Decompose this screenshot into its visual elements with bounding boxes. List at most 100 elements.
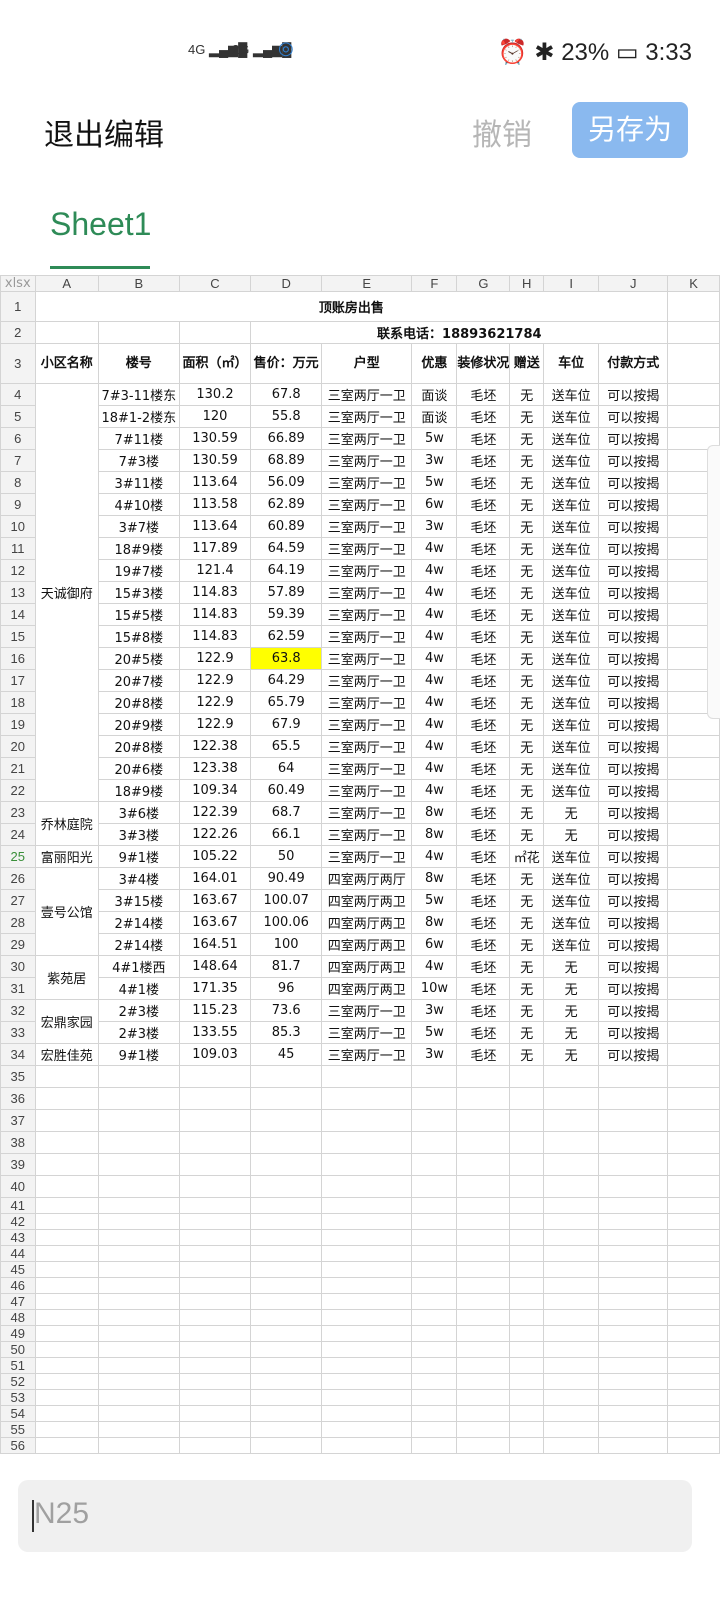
- sheet-cell[interactable]: [321, 1153, 413, 1176]
- sheet-cell[interactable]: [509, 1175, 545, 1198]
- sheet-cell[interactable]: [667, 1153, 720, 1176]
- sheet-cell[interactable]: [411, 1109, 458, 1132]
- sheet-cell[interactable]: [34, 1175, 99, 1198]
- sheet-cell[interactable]: 毛坯: [456, 823, 511, 846]
- sheet-cell[interactable]: [667, 1357, 720, 1374]
- row-header[interactable]: 39: [0, 1153, 36, 1176]
- sheet-cell[interactable]: [321, 1421, 413, 1438]
- sheet-cell[interactable]: [97, 1373, 180, 1390]
- sheet-cell[interactable]: 3#11楼: [97, 471, 180, 494]
- sheet-cell[interactable]: 55.8: [250, 405, 323, 428]
- sheet-cell[interactable]: [456, 1087, 511, 1110]
- sheet-cell[interactable]: [34, 1389, 99, 1406]
- sheet-cell[interactable]: 毛坯: [456, 647, 511, 670]
- sheet-cell[interactable]: [178, 1175, 252, 1198]
- sheet-cell[interactable]: 15#3楼: [97, 581, 180, 604]
- sheet-cell[interactable]: [250, 1389, 323, 1406]
- sheet-cell[interactable]: [321, 1325, 413, 1342]
- row-header[interactable]: 43: [0, 1229, 36, 1246]
- sheet-cell[interactable]: [598, 1087, 669, 1110]
- sheet-cell[interactable]: [509, 1405, 545, 1422]
- sheet-cell[interactable]: [97, 1131, 180, 1154]
- sheet-cell[interactable]: [598, 1421, 669, 1438]
- sheet-cell[interactable]: 送车位: [543, 757, 600, 780]
- column-title[interactable]: 优惠: [411, 343, 458, 384]
- sheet-cell[interactable]: 三室两厅一卫: [321, 603, 413, 626]
- sheet-cell[interactable]: [667, 1405, 720, 1422]
- sheet-cell[interactable]: [411, 1373, 458, 1390]
- sheet-cell[interactable]: [667, 321, 720, 344]
- sheet-cell[interactable]: [97, 1293, 180, 1310]
- sheet-cell[interactable]: [667, 1197, 720, 1214]
- sheet-cell[interactable]: 三室两厅一卫: [321, 999, 413, 1022]
- sheet-cell[interactable]: 送车位: [543, 493, 600, 516]
- sheet-cell[interactable]: [178, 1197, 252, 1214]
- sheet-cell[interactable]: 送车位: [543, 581, 600, 604]
- sheet-cell[interactable]: 毛坯: [456, 1043, 511, 1066]
- sheet-cell[interactable]: 可以按揭: [598, 955, 669, 978]
- sheet-cell[interactable]: [667, 1175, 720, 1198]
- sheet-cell[interactable]: [321, 1131, 413, 1154]
- sheet-cell[interactable]: 三室两厅一卫: [321, 823, 413, 846]
- sheet-cell[interactable]: 122.9: [178, 691, 252, 714]
- sheet-cell[interactable]: [321, 1065, 413, 1088]
- sheet-cell[interactable]: [178, 1325, 252, 1342]
- sheet-cell[interactable]: 45: [250, 1043, 323, 1066]
- sheet-cell[interactable]: 3w: [411, 449, 458, 472]
- sheet-cell[interactable]: [178, 1213, 252, 1230]
- column-title[interactable]: 装修状况: [456, 343, 511, 384]
- sheet-cell[interactable]: 可以按揭: [598, 449, 669, 472]
- sheet-cell[interactable]: 三室两厅一卫: [321, 471, 413, 494]
- row-header[interactable]: 37: [0, 1109, 36, 1132]
- sheet-cell[interactable]: 送车位: [543, 889, 600, 912]
- sheet-cell[interactable]: 122.38: [178, 735, 252, 758]
- sheet-cell[interactable]: 122.26: [178, 823, 252, 846]
- sheet-cell[interactable]: [178, 1373, 252, 1390]
- sheet-cell[interactable]: [667, 823, 720, 846]
- sheet-cell[interactable]: 送车位: [543, 647, 600, 670]
- sheet-cell[interactable]: 面谈: [411, 383, 458, 406]
- sheet-cell[interactable]: 毛坯: [456, 515, 511, 538]
- row-header[interactable]: 11: [0, 537, 36, 560]
- sheet-cell[interactable]: [321, 1293, 413, 1310]
- sheet-cell[interactable]: 65.79: [250, 691, 323, 714]
- sheet-cell[interactable]: 可以按揭: [598, 405, 669, 428]
- sheet-cell[interactable]: [97, 1175, 180, 1198]
- sheet-cell[interactable]: [321, 1261, 413, 1278]
- sheet-cell[interactable]: [411, 1213, 458, 1230]
- sheet-cell[interactable]: [411, 1065, 458, 1088]
- row-header[interactable]: 20: [0, 735, 36, 758]
- sheet-cell[interactable]: [598, 1373, 669, 1390]
- sheet-cell[interactable]: 毛坯: [456, 999, 511, 1022]
- sheet-cell[interactable]: [97, 1213, 180, 1230]
- row-header[interactable]: 47: [0, 1293, 36, 1310]
- sheet-cell[interactable]: [178, 1131, 252, 1154]
- sheet-cell[interactable]: [598, 1131, 669, 1154]
- sheet-cell[interactable]: 3w: [411, 1043, 458, 1066]
- sheet-cell[interactable]: [543, 1087, 600, 1110]
- row-header[interactable]: 26: [0, 867, 36, 890]
- sheet-cell[interactable]: [509, 1277, 545, 1294]
- sheet-cell[interactable]: [321, 1437, 413, 1454]
- sheet-cell[interactable]: [34, 1309, 99, 1326]
- sheet-cell[interactable]: 无: [509, 713, 545, 736]
- sheet-cell[interactable]: [178, 1245, 252, 1262]
- sheet-cell[interactable]: 四室两厅两厅: [321, 867, 413, 890]
- sheet-cell[interactable]: [411, 1421, 458, 1438]
- sheet-cell[interactable]: [509, 1131, 545, 1154]
- sheet-cell[interactable]: [667, 779, 720, 802]
- column-title[interactable]: 户型: [321, 343, 413, 384]
- sheet-cell[interactable]: [34, 1213, 99, 1230]
- sheet-cell[interactable]: [667, 1437, 720, 1454]
- sheet-cell[interactable]: 63.8: [250, 647, 323, 670]
- sheet-cell[interactable]: [667, 1021, 720, 1044]
- sheet-cell[interactable]: 四室两厅两卫: [321, 889, 413, 912]
- sheet-title[interactable]: 顶账房出售: [34, 291, 669, 322]
- sheet-cell[interactable]: 无: [509, 603, 545, 626]
- row-header[interactable]: 18: [0, 691, 36, 714]
- sheet-cell[interactable]: [321, 1389, 413, 1406]
- sheet-cell[interactable]: [97, 1087, 180, 1110]
- sheet-cell[interactable]: 可以按揭: [598, 647, 669, 670]
- cell-input-bar[interactable]: N25: [18, 1480, 692, 1552]
- row-header[interactable]: 2: [0, 321, 36, 344]
